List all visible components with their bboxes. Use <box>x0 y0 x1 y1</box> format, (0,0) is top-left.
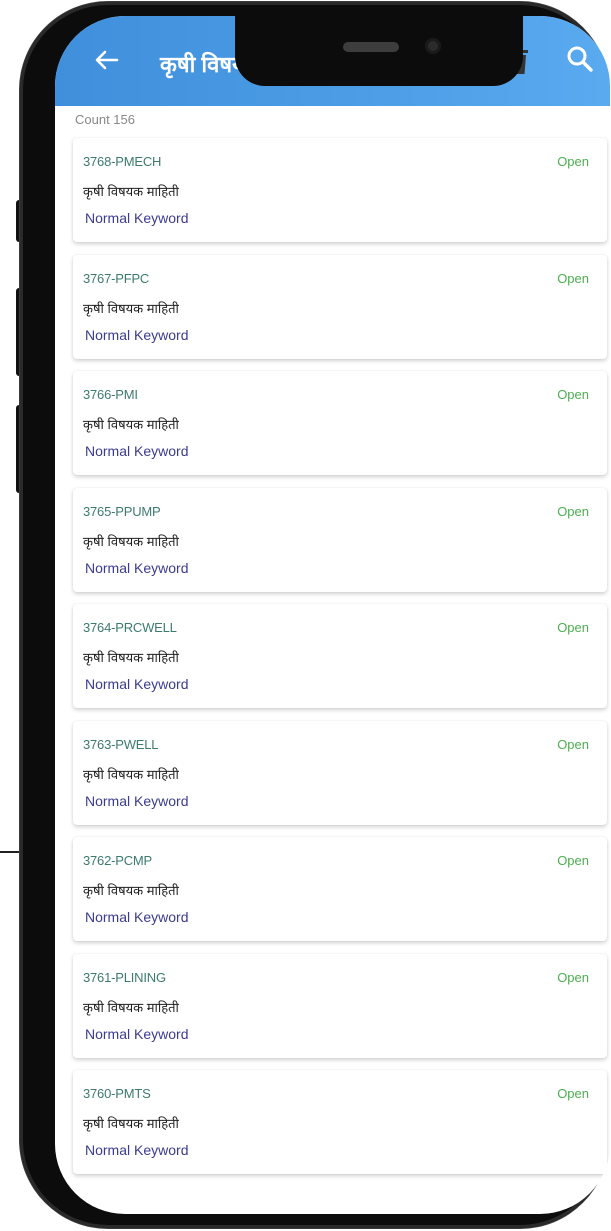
item-keyword: Normal Keyword <box>85 909 189 925</box>
front-camera <box>425 38 441 54</box>
list-item[interactable]: 3764-PRCWELL Open कृषी विषयक माहिती Norm… <box>73 604 607 708</box>
search-icon[interactable] <box>565 44 595 74</box>
arrow-left-icon[interactable] <box>93 46 121 74</box>
ticket-list: 3768-PMECH Open कृषी विषयक माहिती Normal… <box>73 138 607 1187</box>
status-badge: Open <box>557 1086 589 1101</box>
item-code: 3767-PFPC <box>83 270 150 286</box>
status-badge: Open <box>557 154 589 169</box>
status-badge: Open <box>557 969 589 985</box>
item-code: 3766-PMI <box>83 387 138 402</box>
item-subject: कृषी विषयक माहिती <box>83 766 179 782</box>
status-badge: Open <box>557 736 589 752</box>
item-code: 3760-PMTS <box>83 1086 151 1101</box>
item-code: 3768-PMECH <box>83 154 162 169</box>
count-label: Count 156 <box>75 112 135 127</box>
list-item[interactable]: 3765-PPUMP Open कृषी विषयक माहिती Normal… <box>73 487 607 592</box>
list-item[interactable]: 3766-PMI Open कृषी विषयक माहिती Normal K… <box>73 371 607 475</box>
item-keyword: Normal Keyword <box>85 1142 189 1158</box>
item-keyword: Normal Keyword <box>85 443 189 459</box>
item-keyword: Normal Keyword <box>85 676 189 692</box>
item-code: 3763-PWELL <box>83 736 159 752</box>
list-item[interactable]: 3761-PLINING Open कृषी विषयक माहिती Norm… <box>73 953 607 1058</box>
item-subject: कृषी विषयक माहिती <box>83 533 179 549</box>
status-badge: Open <box>557 620 589 635</box>
status-badge: Open <box>557 270 589 286</box>
list-item[interactable]: 3768-PMECH Open कृषी विषयक माहिती Normal… <box>73 138 607 242</box>
phone-frame: कृषी विषयक माहिती <box>20 2 610 1228</box>
item-code: 3762-PCMP <box>83 853 153 868</box>
list-item[interactable]: 3760-PMTS Open कृषी विषयक माहिती Normal … <box>73 1070 607 1174</box>
item-keyword: Normal Keyword <box>85 1025 189 1042</box>
status-badge: Open <box>557 387 589 402</box>
item-code: 3765-PPUMP <box>83 503 161 519</box>
phone-screen: कृषी विषयक माहिती <box>55 16 610 1214</box>
item-code: 3764-PRCWELL <box>83 620 177 635</box>
item-subject: कृषी विषयक माहिती <box>83 999 179 1015</box>
item-keyword: Normal Keyword <box>85 559 189 576</box>
item-subject: कृषी विषयक माहिती <box>83 300 179 316</box>
item-code: 3761-PLINING <box>83 969 166 985</box>
status-badge: Open <box>557 503 589 519</box>
phone-notch <box>235 16 523 86</box>
item-keyword: Normal Keyword <box>85 210 189 226</box>
item-subject: कृषी विषयक माहिती <box>83 417 179 432</box>
item-subject: कृषी विषयक माहिती <box>83 184 179 199</box>
item-keyword: Normal Keyword <box>85 792 189 809</box>
item-subject: कृषी विषयक माहिती <box>83 650 179 665</box>
item-subject: कृषी विषयक माहिती <box>83 883 179 898</box>
status-badge: Open <box>557 853 589 868</box>
list-item[interactable]: 3762-PCMP Open कृषी विषयक माहिती Normal … <box>73 837 607 941</box>
list-item[interactable]: 3763-PWELL Open कृषी विषयक माहिती Normal… <box>73 720 607 825</box>
list-item[interactable]: 3767-PFPC Open कृषी विषयक माहिती Normal … <box>73 254 607 359</box>
item-subject: कृषी विषयक माहिती <box>83 1116 179 1131</box>
speaker-grille <box>343 42 399 52</box>
item-keyword: Normal Keyword <box>85 326 189 343</box>
stage: कृषी विषयक माहिती <box>0 0 611 1231</box>
